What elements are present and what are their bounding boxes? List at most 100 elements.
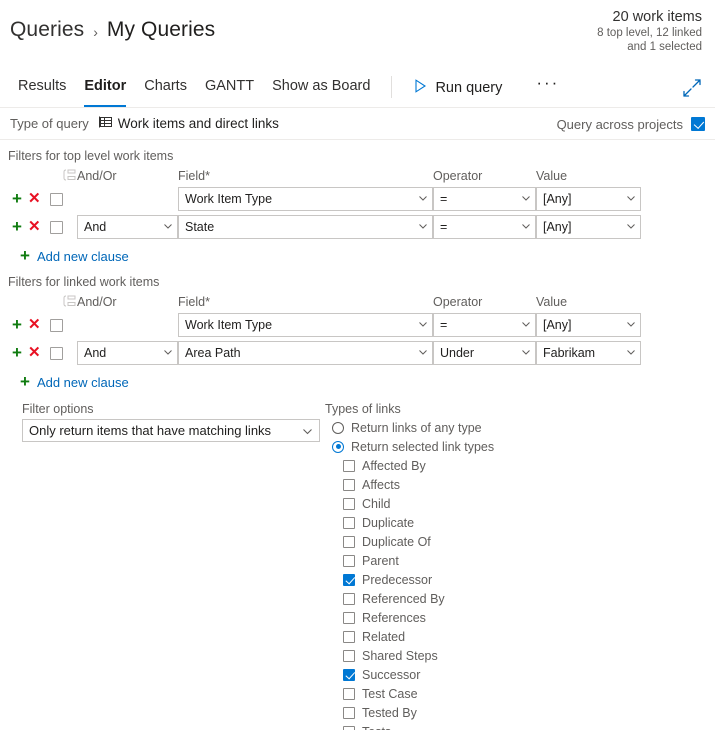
link-type-referenced-by[interactable]: Referenced By xyxy=(325,589,715,608)
field-dropdown[interactable]: State xyxy=(178,215,433,239)
operator-dropdown-value: = xyxy=(440,318,448,332)
chevron-down-icon xyxy=(164,224,172,229)
link-type-duplicate[interactable]: Duplicate xyxy=(325,513,715,532)
link-type-successor[interactable]: Successor xyxy=(325,665,715,684)
value-dropdown[interactable]: Fabrikam xyxy=(536,341,641,365)
operator-dropdown[interactable]: = xyxy=(433,187,536,211)
checkbox-icon xyxy=(343,630,355,643)
plus-icon: + xyxy=(20,246,30,265)
link-type-duplicate-of[interactable]: Duplicate Of xyxy=(325,532,715,551)
link-type-label: Affects xyxy=(362,477,400,492)
link-type-predecessor[interactable]: Predecessor xyxy=(325,570,715,589)
link-type-parent[interactable]: Parent xyxy=(325,551,715,570)
toolbar-divider xyxy=(391,76,393,98)
field-cell: Area Path xyxy=(178,341,433,365)
add-clause-icon[interactable]: + xyxy=(12,316,22,333)
query-type-text: Work items and direct links xyxy=(117,116,279,131)
link-type-affected-by[interactable]: Affected By xyxy=(325,456,715,475)
row-select-checkbox[interactable] xyxy=(50,346,63,360)
add-new-clause-linked[interactable]: + Add new clause xyxy=(8,368,715,392)
andor-cell: And xyxy=(77,341,178,365)
checkbox-icon xyxy=(343,611,355,624)
tab-results[interactable]: Results xyxy=(9,68,75,107)
andor-dropdown[interactable]: And xyxy=(77,341,178,365)
link-type-shared-steps[interactable]: Shared Steps xyxy=(325,646,715,665)
work-items-and-links-icon xyxy=(98,115,113,132)
plus-icon: + xyxy=(20,372,30,391)
andor-dropdown[interactable]: And xyxy=(77,215,178,239)
top-level-grid-header: And/Or Field* Operator Value xyxy=(8,166,715,186)
group-clauses-icon[interactable] xyxy=(8,295,77,310)
link-type-label: Child xyxy=(362,496,391,511)
filter-options-dropdown[interactable]: Only return items that have matching lin… xyxy=(22,419,320,442)
breadcrumb-separator-icon: › xyxy=(93,23,98,40)
chevron-down-icon xyxy=(522,350,530,355)
field-dropdown[interactable]: Area Path xyxy=(178,341,433,365)
radio-return-selected-link-types-label: Return selected link types xyxy=(351,439,495,454)
operator-dropdown[interactable]: = xyxy=(433,215,536,239)
link-type-related[interactable]: Related xyxy=(325,627,715,646)
add-clause-icon[interactable]: + xyxy=(12,344,22,361)
row-select-checkbox[interactable] xyxy=(50,220,63,234)
operator-dropdown-value: = xyxy=(440,220,448,234)
chevron-down-icon xyxy=(419,224,427,229)
link-type-child[interactable]: Child xyxy=(325,494,715,513)
link-type-label: Predecessor xyxy=(362,572,433,587)
bottom-panel: Filter options Only return items that ha… xyxy=(0,392,715,730)
radio-return-selected-link-types[interactable]: Return selected link types xyxy=(325,437,715,456)
link-type-test-case[interactable]: Test Case xyxy=(325,684,715,703)
delete-clause-icon[interactable]: ✕ xyxy=(28,317,41,332)
field-dropdown[interactable]: Work Item Type xyxy=(178,313,433,337)
checkbox-icon xyxy=(343,706,355,719)
add-clause-icon[interactable]: + xyxy=(12,190,22,207)
andor-dropdown[interactable] xyxy=(77,313,178,337)
radio-return-any-link-type[interactable]: Return links of any type xyxy=(325,418,715,437)
tab-gantt[interactable]: GANTT xyxy=(196,68,263,107)
work-item-count-detail-line1: 8 top level, 12 linked xyxy=(597,27,702,39)
top-level-filters-title: Filters for top level work items xyxy=(8,149,174,163)
breadcrumb-root[interactable]: Queries xyxy=(10,18,84,42)
value-dropdown[interactable]: [Any] xyxy=(536,313,641,337)
column-header-value: Value xyxy=(536,295,568,309)
value-dropdown[interactable]: [Any] xyxy=(536,187,641,211)
field-dropdown-value: Work Item Type xyxy=(185,192,273,206)
add-new-clause-top-level[interactable]: + Add new clause xyxy=(8,242,715,266)
add-clause-icon[interactable]: + xyxy=(12,218,22,235)
more-options-button[interactable]: ··· xyxy=(524,74,571,97)
link-type-tests[interactable]: Tests xyxy=(325,722,715,730)
row-select-checkbox[interactable] xyxy=(50,318,63,332)
fullscreen-expand-icon[interactable] xyxy=(681,77,703,99)
value-dropdown[interactable]: [Any] xyxy=(536,215,641,239)
delete-clause-icon[interactable]: ✕ xyxy=(28,191,41,206)
row-select-cell xyxy=(50,346,77,360)
field-cell: State xyxy=(178,215,433,239)
run-query-button[interactable]: Run query xyxy=(406,73,510,103)
row-select-checkbox[interactable] xyxy=(50,192,63,206)
field-dropdown[interactable]: Work Item Type xyxy=(178,187,433,211)
query-type-value[interactable]: Work items and direct links xyxy=(98,115,279,132)
operator-dropdown[interactable]: = xyxy=(433,313,536,337)
tab-strip: Results Editor Charts GANTT Show as Boar… xyxy=(0,68,715,108)
checkbox-icon xyxy=(343,554,355,567)
work-item-count-detail-line2: and 1 selected xyxy=(627,41,702,53)
delete-clause-icon[interactable]: ✕ xyxy=(28,345,41,360)
link-type-label: Tested By xyxy=(362,705,417,720)
tab-editor[interactable]: Editor xyxy=(75,68,135,107)
tab-charts[interactable]: Charts xyxy=(135,68,196,107)
value-cell: [Any] xyxy=(536,187,641,211)
chevron-down-icon xyxy=(303,429,312,435)
checkbox-icon xyxy=(343,592,355,605)
link-type-affects[interactable]: Affects xyxy=(325,475,715,494)
filter-row: + ✕ Work Item Type = [Any] xyxy=(8,312,715,338)
link-type-tested-by[interactable]: Tested By xyxy=(325,703,715,722)
operator-dropdown[interactable]: Under xyxy=(433,341,536,365)
andor-dropdown[interactable] xyxy=(77,187,178,211)
delete-clause-icon[interactable]: ✕ xyxy=(28,219,41,234)
link-type-references[interactable]: References xyxy=(325,608,715,627)
chevron-down-icon xyxy=(419,196,427,201)
column-header-operator: Operator xyxy=(433,169,483,183)
query-across-projects-checkbox[interactable] xyxy=(691,117,705,131)
group-clauses-icon[interactable] xyxy=(8,169,77,184)
tab-show-as-board[interactable]: Show as Board xyxy=(263,68,379,107)
query-across-projects-label: Query across projects xyxy=(556,116,683,132)
